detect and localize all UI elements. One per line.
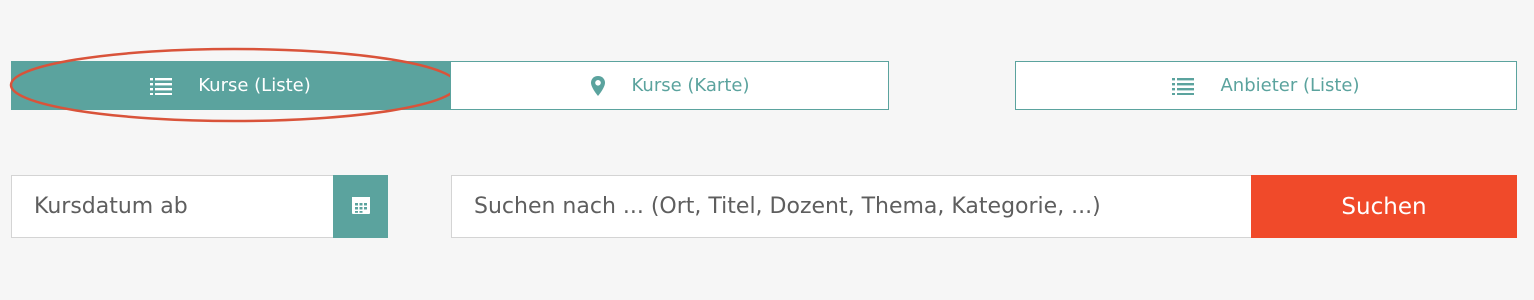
tab-courses-list-label: Kurse (Liste) bbox=[198, 75, 311, 96]
course-search-panel: Kurse (Liste) Kurse (Karte) Anbieter (Li… bbox=[0, 0, 1534, 300]
date-from-placeholder: Kursdatum ab bbox=[34, 194, 188, 219]
tab-providers-list[interactable]: Anbieter (Liste) bbox=[1015, 61, 1517, 110]
list-icon bbox=[1172, 77, 1195, 95]
map-pin-icon bbox=[590, 75, 606, 97]
calendar-button[interactable] bbox=[333, 175, 388, 238]
list-icon bbox=[150, 77, 173, 95]
calendar-icon bbox=[351, 195, 371, 219]
tab-courses-map[interactable]: Kurse (Karte) bbox=[450, 61, 889, 110]
search-button-label: Suchen bbox=[1341, 193, 1427, 220]
search-placeholder: Suchen nach ... (Ort, Titel, Dozent, The… bbox=[474, 194, 1101, 219]
tab-providers-list-label: Anbieter (Liste) bbox=[1220, 75, 1360, 96]
tab-courses-list[interactable]: Kurse (Liste) bbox=[11, 61, 450, 110]
search-input[interactable]: Suchen nach ... (Ort, Titel, Dozent, The… bbox=[451, 175, 1251, 238]
search-button[interactable]: Suchen bbox=[1251, 175, 1517, 238]
date-from-input[interactable]: Kursdatum ab bbox=[11, 175, 333, 238]
tab-courses-map-label: Kurse (Karte) bbox=[631, 75, 750, 96]
